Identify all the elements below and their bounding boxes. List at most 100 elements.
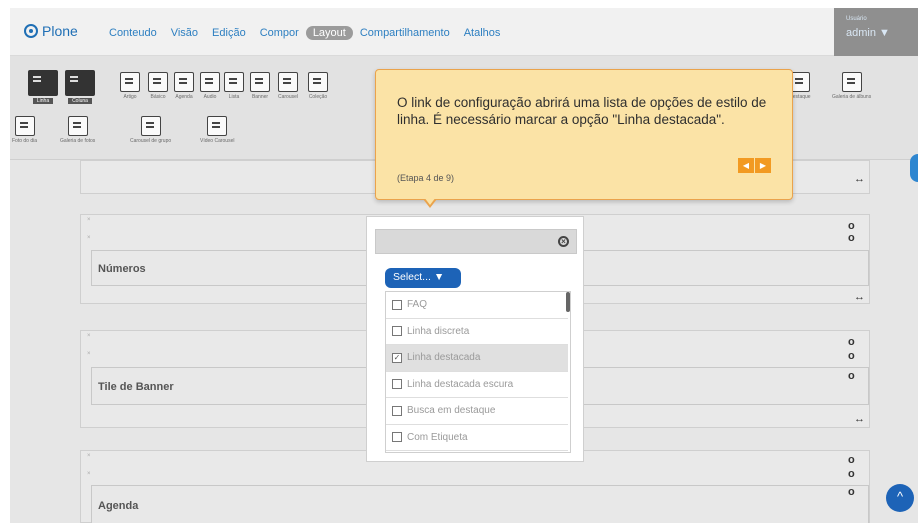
tool-basico[interactable]: Básico	[148, 72, 168, 100]
option-linha-discreta[interactable]: Linha discreta	[386, 319, 568, 345]
column-layout-icon	[65, 70, 95, 96]
option-com-etiqueta[interactable]: Com Etiqueta	[386, 425, 568, 451]
tool-colecao-label: Coleção	[308, 94, 328, 100]
tool-destaque-label: destaque	[790, 94, 811, 100]
option-busca-em-destaque[interactable]: Busca em destaque	[386, 398, 568, 425]
article-icon	[120, 72, 140, 92]
option-linha-destacada-escura[interactable]: Linha destacada escura	[386, 372, 568, 398]
tooltip-pointer-inner	[424, 197, 436, 205]
checkbox-icon[interactable]	[392, 299, 402, 310]
tile-agenda-title: Agenda	[98, 500, 139, 512]
checkbox-checked-icon[interactable]: ✓	[392, 352, 402, 363]
tile-banner-title: Tile de Banner	[98, 381, 174, 393]
tool-coluna[interactable]: Coluna	[65, 70, 95, 104]
option-label: Com Etiqueta	[407, 431, 468, 443]
tool-foto-do-dia[interactable]: Foto do dia	[12, 116, 37, 144]
checkbox-icon[interactable]	[392, 326, 402, 337]
row-marker: ×	[87, 471, 91, 477]
menu-conteudo[interactable]: Conteudo	[102, 26, 164, 40]
tool-carousel-grupo-label: Carousel de grupo	[130, 138, 172, 144]
album-gallery-icon	[841, 72, 862, 92]
tool-carousel-grupo[interactable]: Carousel de grupo	[130, 116, 171, 144]
tile-agenda[interactable]: Agenda	[91, 485, 869, 523]
chevron-right-icon[interactable]: ▶	[755, 158, 771, 173]
tool-video-carousel-label: Vídeo Carousel	[200, 138, 235, 144]
tool-colecao[interactable]: Coleção	[308, 72, 328, 100]
menu-visao[interactable]: Visão	[164, 26, 205, 40]
row-marker: ×	[87, 333, 91, 339]
plone-logo-icon	[24, 24, 38, 38]
tile-settings-icon[interactable]: o	[848, 232, 855, 244]
checkbox-icon[interactable]	[392, 432, 402, 443]
group-carousel-icon	[140, 116, 161, 136]
chevron-left-icon[interactable]: ◀	[738, 158, 754, 173]
tool-agenda[interactable]: Agenda	[174, 72, 194, 100]
list-scrollbar[interactable]	[566, 292, 570, 312]
tool-carousel[interactable]: Carousel	[278, 72, 298, 100]
tour-tooltip: O link de configuração abrirá uma lista …	[375, 69, 793, 208]
photo-gallery-icon	[67, 116, 88, 136]
option-label: FAQ	[407, 299, 428, 311]
menu-layout[interactable]: Layout	[305, 26, 353, 40]
tool-audio-label: Audio	[203, 94, 217, 100]
scroll-up-button[interactable]: ^	[886, 484, 914, 512]
chevron-up-icon: ^	[896, 489, 904, 504]
checkbox-icon[interactable]	[392, 379, 402, 390]
menu-compartilhamento[interactable]: Compartilhamento	[353, 26, 457, 40]
tool-linha-label: Linha	[32, 98, 54, 104]
tool-coluna-label: Coluna	[68, 98, 92, 104]
audio-icon	[200, 72, 220, 92]
row-settings-icon[interactable]: o	[848, 220, 855, 232]
side-tab[interactable]	[910, 154, 918, 182]
logo-text: Plone	[42, 23, 78, 39]
option-linha-destacada[interactable]: ✓ Linha destacada	[386, 345, 568, 372]
tile-settings-icon[interactable]: o	[848, 486, 855, 498]
banner-icon	[250, 72, 270, 92]
option-faq[interactable]: FAQ	[386, 292, 568, 319]
move-icon[interactable]: ↔	[854, 413, 865, 425]
list-icon	[224, 72, 244, 92]
tool-galeria-fotos[interactable]: Galeria de fotos	[60, 116, 95, 144]
tool-artigo[interactable]: Artigo	[120, 72, 140, 100]
tool-linha[interactable]: Linha	[28, 70, 58, 104]
tool-destaque[interactable]: destaque	[790, 72, 811, 100]
row-marker: ×	[87, 235, 91, 241]
tool-artigo-label: Artigo	[123, 94, 137, 100]
row-style-popup: × Select... ▼ FAQ Linha discreta ✓ Linha…	[366, 216, 584, 462]
close-icon[interactable]: ×	[558, 236, 569, 247]
row-marker: ×	[87, 351, 91, 357]
style-select-button[interactable]: Select... ▼	[385, 268, 461, 288]
row-layout-icon	[28, 70, 58, 96]
tile-settings-icon[interactable]: o	[848, 350, 855, 362]
option-label: Linha discreta	[407, 325, 470, 337]
tooltip-step: (Etapa 4 de 9)	[397, 173, 455, 183]
row-settings-icon[interactable]: o	[848, 336, 855, 348]
tile-settings-icon[interactable]: o	[848, 370, 855, 382]
tool-galeria-albuns-label: Galeria de álbuns	[832, 94, 872, 100]
tool-banner-label: Banner	[251, 94, 269, 100]
collection-icon	[308, 72, 328, 92]
option-label: Linha destacada	[407, 352, 481, 364]
row-settings-icon[interactable]: o	[848, 454, 855, 466]
tooltip-nav: ◀ ▶	[738, 158, 771, 173]
tool-lista[interactable]: Lista	[224, 72, 244, 100]
menu-edicao[interactable]: Edição	[205, 26, 253, 40]
highlight-icon	[790, 72, 811, 92]
tool-audio[interactable]: Audio	[200, 72, 220, 100]
plone-logo[interactable]: Plone	[24, 23, 78, 39]
menu-atalhos[interactable]: Atalhos	[457, 26, 508, 40]
tool-video-carousel[interactable]: Vídeo Carousel	[200, 116, 234, 144]
tooltip-text: O link de configuração abrirá uma lista …	[397, 95, 767, 127]
tool-banner[interactable]: Banner	[250, 72, 270, 100]
tile-settings-icon[interactable]: o	[848, 468, 855, 480]
tool-lista-label: Lista	[228, 94, 240, 100]
tool-galeria-label: Galeria de fotos	[60, 138, 96, 144]
tool-galeria-albuns[interactable]: Galeria de álbuns	[832, 72, 871, 100]
move-icon[interactable]: ↔	[854, 291, 865, 303]
photo-of-day-icon	[14, 116, 35, 136]
menu-compor[interactable]: Compor	[253, 26, 306, 40]
user-menu[interactable]: Usuário admin ▼	[834, 8, 918, 56]
checkbox-icon[interactable]	[392, 405, 402, 416]
user-name: admin ▼	[846, 27, 890, 39]
move-icon[interactable]: ↔	[854, 173, 865, 185]
